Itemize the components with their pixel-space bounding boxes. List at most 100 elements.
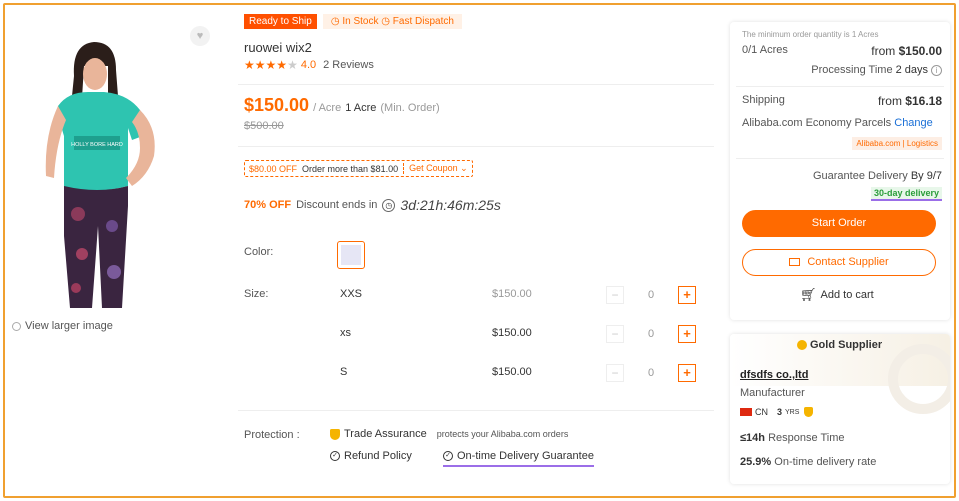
gold-supplier-badge: Gold Supplier [797, 339, 882, 351]
size-name: XXS [340, 288, 363, 300]
quantity-stepper[interactable]: − 0 + [606, 325, 696, 343]
quantity-value[interactable]: 0 [624, 289, 678, 301]
discount-ends-label: Discount ends in [296, 199, 378, 211]
response-time: ≤14h Response Time [740, 432, 845, 444]
shipping-method-row: Alibaba.com Economy Parcels Change [742, 117, 933, 129]
refund-policy[interactable]: ✓ Refund Policy [330, 450, 412, 462]
trade-assurance-label: Trade Assurance [344, 428, 427, 440]
from-price-row: from $150.00 [871, 44, 942, 58]
star-icon: ★ [265, 58, 277, 72]
old-price: $500.00 [244, 120, 284, 132]
guarantee-label: Guarantee Delivery [812, 170, 908, 182]
check-circle-icon: ✓ [330, 451, 340, 461]
product-title: ruowei wix2 [244, 40, 312, 55]
size-row: S $150.00 − 0 + [340, 364, 700, 382]
quantity-stepper[interactable]: − 0 + [606, 286, 696, 304]
view-larger-label: View larger image [25, 320, 113, 332]
color-swatch[interactable] [337, 241, 365, 269]
discount-percent: 70% OFF [244, 199, 292, 211]
rating[interactable]: ★★★★★ 4.0 2 Reviews [244, 58, 374, 72]
view-larger-link[interactable]: View larger image [12, 320, 113, 332]
decrease-button[interactable]: − [606, 364, 624, 382]
coupon: $80.00 OFF Order more than $81.00 Get Co… [244, 160, 473, 177]
increase-button[interactable]: + [678, 325, 696, 343]
divider [238, 410, 714, 411]
decrease-button[interactable]: − [606, 325, 624, 343]
chevron-down-icon: ⌄ [460, 163, 468, 173]
quantity-value[interactable]: 0 [624, 328, 678, 340]
ontime-rate: 25.9% On-time delivery rate [740, 456, 876, 468]
supplier-years: 3 [777, 407, 783, 417]
from-label: from [871, 44, 896, 58]
rating-stars: ★★★★★ [244, 58, 298, 72]
get-coupon-button[interactable]: Get Coupon ⌄ [403, 163, 468, 174]
price: $150.00 [244, 95, 310, 115]
processing-value: 2 days [895, 64, 928, 76]
size-name: xs [340, 327, 351, 339]
size-name: S [340, 366, 348, 378]
start-order-button[interactable]: Start Order [742, 210, 936, 237]
reviews-link[interactable]: 2 Reviews [323, 59, 374, 71]
size-row: xs $150.00 − 0 + [340, 325, 700, 343]
clock-icon: ◷ [330, 16, 343, 27]
increase-button[interactable]: + [678, 364, 696, 382]
size-label: Size: [244, 288, 269, 300]
ontime-guarantee-label: On-time Delivery Guarantee [457, 450, 594, 462]
color-label: Color: [244, 246, 274, 258]
star-icon: ★ [244, 58, 255, 72]
shipping-price-row: from $16.18 [877, 94, 942, 108]
decrease-button[interactable]: − [606, 286, 624, 304]
shipping-method: Alibaba.com Economy Parcels [742, 117, 892, 129]
size-row: XXS $150.00 − 0 + [340, 286, 700, 304]
divider [736, 86, 944, 87]
protection-label: Protection : [244, 429, 300, 441]
supplier-type: Manufacturer [740, 387, 805, 399]
verified-shield-icon [804, 407, 814, 417]
coupon-condition: Order more than $81.00 [302, 163, 399, 174]
star-icon: ★ [254, 58, 266, 72]
supplier-name[interactable]: dfsdfs co.,ltd [740, 369, 808, 381]
quantity-stepper[interactable]: − 0 + [606, 364, 696, 382]
product-image[interactable]: HOLLY BORE HARD [28, 36, 188, 312]
divider [238, 146, 714, 147]
from-price: $150.00 [898, 44, 942, 58]
discount-row: 70% OFF Discount ends in ◷ 3d:21h:46m:25… [244, 197, 501, 213]
logistics-tag: Alibaba.com | Logistics [852, 137, 942, 150]
guarantee-date: By 9/7 [910, 170, 942, 182]
processing-label: Processing Time [811, 64, 893, 76]
timer-icon: ◷ [382, 198, 396, 212]
price-unit: / Acre [313, 102, 342, 114]
product-photo: HOLLY BORE HARD [45, 42, 155, 308]
ontime-delivery-guarantee[interactable]: ✓ On-time Delivery Guarantee [443, 450, 594, 467]
mail-icon [789, 258, 801, 267]
zoom-icon [12, 321, 21, 331]
info-icon[interactable]: i [931, 64, 942, 76]
ontime-value: 25.9% [740, 456, 772, 468]
response-value: ≤14h [740, 432, 765, 444]
response-label: Response Time [768, 432, 845, 444]
acres-count: 0/1 Acres [742, 44, 788, 56]
ontime-label: On-time delivery rate [774, 456, 877, 468]
min-order-qty: 1 Acre [345, 102, 377, 114]
processing-time: Processing Time 2 days i [811, 64, 942, 76]
supplier-years-unit: YRS [785, 408, 800, 416]
divider [238, 84, 714, 85]
change-shipping-link[interactable]: Change [894, 117, 933, 129]
size-price: $150.00 [492, 288, 532, 300]
increase-button[interactable]: + [678, 286, 696, 304]
add-to-cart-button[interactable]: 🛒︎ Add to cart [800, 287, 874, 303]
size-price: $150.00 [492, 327, 532, 339]
shipping-price: $16.18 [905, 94, 942, 108]
gold-medal-icon [797, 340, 807, 350]
delivery-tag: 30-day delivery [870, 187, 942, 201]
quantity-value[interactable]: 0 [624, 367, 678, 379]
shirt-print-text: HOLLY BORE HARD [71, 142, 123, 148]
supplier-meta: CN 3 YRS [740, 407, 814, 417]
price-row: $150.00 / Acre 1 Acre (Min. Order) [244, 95, 440, 116]
min-order-note: The minimum order quantity is 1 Acres [742, 30, 879, 39]
trade-assurance[interactable]: Trade Assurance protects your Alibaba.co… [330, 428, 568, 440]
favorite-heart-icon[interactable]: ♥ [190, 26, 210, 46]
refund-policy-label: Refund Policy [344, 450, 412, 462]
cart-icon: 🛒︎ [800, 287, 817, 302]
contact-supplier-button[interactable]: Contact Supplier [742, 249, 936, 276]
